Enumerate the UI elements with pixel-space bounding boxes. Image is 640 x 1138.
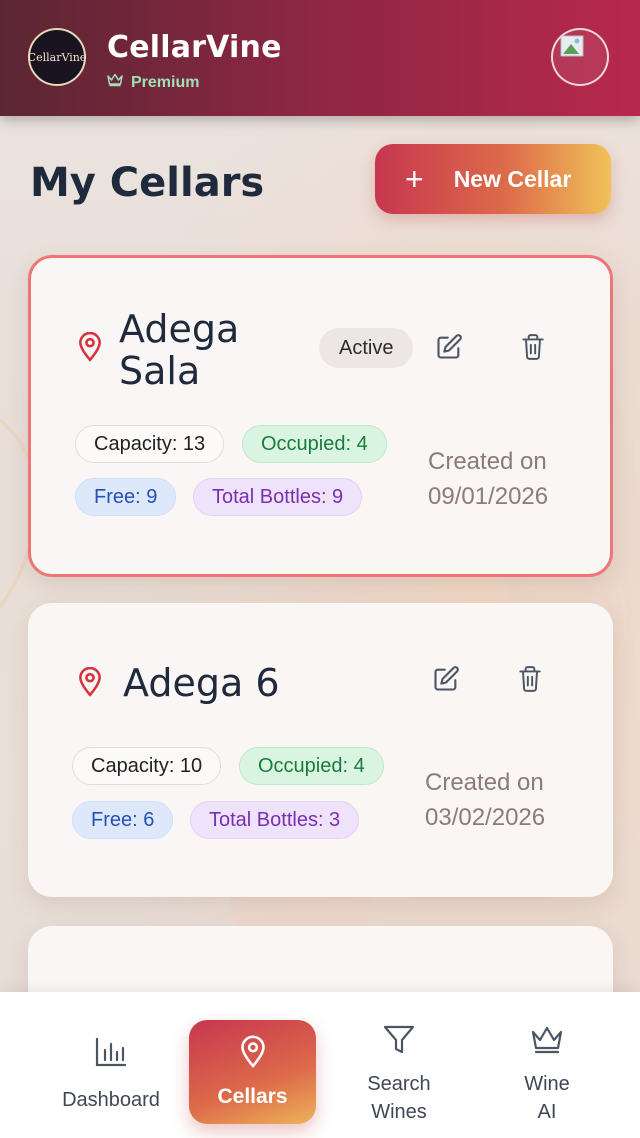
capacity-chip: Capacity: 10 <box>72 747 222 785</box>
app-logo[interactable]: CellarVine <box>28 28 86 86</box>
app-header: CellarVine CellarVine Premium <box>0 0 640 116</box>
filter-icon <box>382 1024 416 1064</box>
capacity-chip: Capacity: 13 <box>75 425 225 463</box>
app-title: CellarVine <box>107 30 282 65</box>
created-date: Created on 09/01/2026 <box>428 444 548 514</box>
map-pin-icon <box>239 1035 267 1075</box>
premium-label: Premium <box>131 73 200 91</box>
edit-icon[interactable] <box>433 331 465 363</box>
free-chip: Free: 6 <box>72 801 174 839</box>
cellar-name-line1: Adega <box>119 307 240 351</box>
user-avatar[interactable] <box>551 28 609 86</box>
nav-dashboard-label: Dashboard <box>62 1089 160 1111</box>
cellar-name: Adega Sala <box>119 308 239 392</box>
free-chip: Free: 9 <box>75 478 177 516</box>
created-value: 09/01/2026 <box>428 483 549 510</box>
nav-wine-ai[interactable]: Wine AI <box>505 1024 589 1126</box>
bottom-navigation: Dashboard Cellars Search Wines Wine AI <box>0 992 640 1138</box>
created-label: Created on <box>428 448 547 475</box>
nav-ai-label-2: AI <box>537 1101 557 1123</box>
map-pin-icon <box>77 666 103 702</box>
cellar-card[interactable]: Adega 6 Capacity: 10 Occupied: 4 Free: 6… <box>28 603 613 897</box>
premium-badge: Premium <box>107 73 199 92</box>
page-title: My Cellars <box>30 160 265 206</box>
trash-icon[interactable] <box>514 663 546 695</box>
map-pin-icon <box>77 331 103 367</box>
nav-ai-label-1: Wine <box>524 1073 570 1095</box>
edit-icon[interactable] <box>430 663 462 695</box>
nav-cellars-label: Cellars <box>217 1085 288 1108</box>
total-bottles-chip: Total Bottles: 9 <box>193 478 363 516</box>
nav-search-label-2: Wines <box>371 1101 427 1123</box>
nav-search-label-1: Search <box>367 1073 431 1095</box>
total-bottles-chip: Total Bottles: 3 <box>190 801 360 839</box>
occupied-chip: Occupied: 4 <box>242 425 387 463</box>
cellar-name-line2: Sala <box>119 349 201 393</box>
status-badge: Active <box>319 328 414 368</box>
bar-chart-icon <box>94 1036 128 1076</box>
created-label: Created on <box>425 769 544 796</box>
crown-icon <box>107 73 123 92</box>
nav-dashboard[interactable]: Dashboard <box>58 1036 164 1114</box>
new-cellar-label: New Cellar <box>453 165 572 192</box>
plus-icon: + <box>405 161 424 197</box>
nav-cellars[interactable]: Cellars <box>189 1020 316 1124</box>
created-value: 03/02/2026 <box>425 804 546 831</box>
trash-icon[interactable] <box>517 331 549 363</box>
nav-search-wines[interactable]: Search Wines <box>352 1024 446 1126</box>
crown-icon <box>530 1024 564 1064</box>
occupied-chip: Occupied: 4 <box>239 747 384 785</box>
cellar-name: Adega 6 <box>123 661 280 705</box>
new-cellar-button[interactable]: + New Cellar <box>375 144 611 214</box>
created-date: Created on 03/02/2026 <box>425 765 545 835</box>
cellar-card[interactable]: Adega Sala Active Capacity: 13 Occupied:… <box>28 255 613 577</box>
logo-text: CellarVine <box>27 50 87 64</box>
